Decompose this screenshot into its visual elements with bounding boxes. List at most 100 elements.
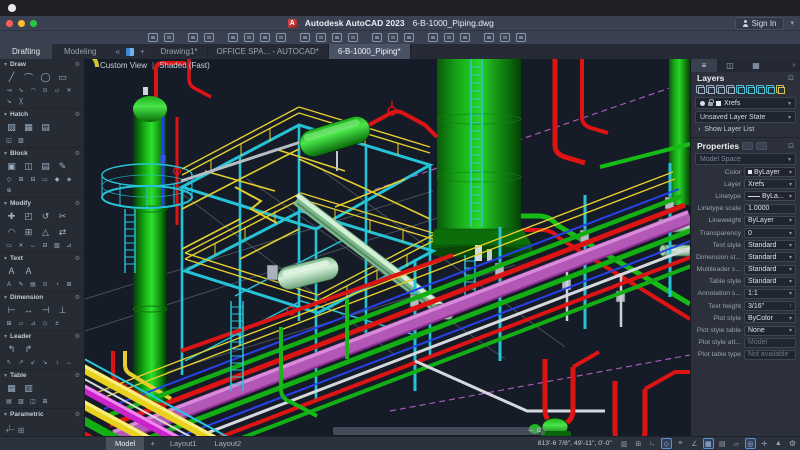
table-tool-1-icon[interactable]: ▦ <box>4 381 19 395</box>
undo-icon[interactable] <box>188 33 198 42</box>
section-header-text[interactable]: ▾ Text ⚙ <box>0 253 84 263</box>
draw-subtool-6-icon[interactable]: ✕ <box>64 86 74 95</box>
expand-command-icon[interactable]: ⊡ <box>537 428 541 434</box>
property-value-multileader-s[interactable]: Standard ▾ <box>744 264 796 275</box>
redo-icon[interactable] <box>204 33 214 42</box>
dimension-subtool-3-icon[interactable]: ⊿ <box>28 319 38 328</box>
draw-tool-3-icon[interactable]: ◯ <box>38 70 53 84</box>
modify-subtool-2-icon[interactable]: ✕ <box>16 241 26 250</box>
draw-tool-4-icon[interactable]: ▭ <box>55 70 70 84</box>
text-subtool-4-icon[interactable]: ⊙ <box>40 280 50 289</box>
modify-subtool-4-icon[interactable]: ⊟ <box>40 241 50 250</box>
start-tab-grid-icon[interactable] <box>125 47 134 56</box>
collapse-arrow-icon[interactable]: ▾ <box>4 255 7 262</box>
layer-lock-icon[interactable] <box>766 85 775 94</box>
draw-subtool-3-icon[interactable]: ◠ <box>28 86 38 95</box>
set-current-layer-icon[interactable] <box>726 85 735 94</box>
collapse-arrow-icon[interactable]: ▾ <box>4 200 7 207</box>
layer-lock-icon[interactable] <box>708 99 714 106</box>
leader-subtool-3-icon[interactable]: ↙ <box>28 358 38 367</box>
property-value-lineweight[interactable]: ByLayer ▾ <box>744 215 796 226</box>
save-icon[interactable] <box>332 33 342 42</box>
dropdown-caret-icon[interactable]: ▾ <box>789 169 792 176</box>
disclosure-icon[interactable]: › <box>698 126 700 133</box>
selection-caret-icon[interactable]: ▾ <box>788 156 791 163</box>
properties-icon[interactable] <box>276 33 286 42</box>
lineweight-display-icon[interactable]: ▱ <box>731 438 742 449</box>
dimension-tool-3-icon[interactable]: ⊣ <box>38 303 53 317</box>
modify-tool-7-icon[interactable]: △ <box>38 225 53 239</box>
modify-tool-8-icon[interactable]: ⇄ <box>55 225 70 239</box>
modify-tool-2-icon[interactable]: ◰ <box>21 209 36 223</box>
table-subtool-2-icon[interactable]: ▧ <box>16 397 26 406</box>
share-icon[interactable] <box>484 33 494 42</box>
table-subtool-3-icon[interactable]: ◫ <box>28 397 38 406</box>
open-icon[interactable] <box>316 33 326 42</box>
workspace-tab-drafting[interactable]: Drafting <box>0 44 53 59</box>
layer-walk-icon[interactable] <box>776 85 785 94</box>
modify-subtool-1-icon[interactable]: ▭ <box>4 241 14 250</box>
modify-tool-6-icon[interactable]: ⊞ <box>21 225 36 239</box>
apple-menu-icon[interactable] <box>8 4 16 12</box>
workspace-tab-modeling[interactable]: Modeling <box>52 44 108 59</box>
draw-subtool-5-icon[interactable]: ▱ <box>52 86 62 95</box>
tool-sets-tab[interactable]: ◫ <box>717 59 743 72</box>
table-subtool-1-icon[interactable]: ▤ <box>4 397 14 406</box>
leader-subtool-2-icon[interactable]: ↗ <box>16 358 26 367</box>
snap-mode-icon[interactable]: ⊞ <box>633 438 644 449</box>
named-views-icon[interactable] <box>460 33 470 42</box>
modify-tool-1-icon[interactable]: ✚ <box>4 209 19 223</box>
layer-state-selector[interactable]: Unsaved Layer State ▾ <box>695 111 796 123</box>
draw-tool-1-icon[interactable]: ╱ <box>4 70 19 84</box>
modify-subtool-6-icon[interactable]: ⊿ <box>64 241 74 250</box>
leader-subtool-4-icon[interactable]: ↘ <box>40 358 50 367</box>
tool-options-icon[interactable]: ⊞ <box>18 426 25 435</box>
minimize-command-icon[interactable]: — <box>528 428 533 434</box>
property-value-linetype-scale[interactable]: 1.0000 <box>744 203 796 214</box>
property-value-dimension-st[interactable]: Standard ▾ <box>744 252 796 263</box>
layer-color-swatch[interactable] <box>716 100 721 106</box>
property-value-linetype[interactable]: ByLa... ▾ <box>744 191 796 202</box>
copy-icon[interactable] <box>260 33 270 42</box>
measure-icon[interactable] <box>428 33 438 42</box>
customization-gear-icon[interactable]: ⚙ <box>789 439 796 448</box>
collapse-arrow-icon[interactable]: ▾ <box>4 333 7 340</box>
new-layer-icon[interactable] <box>706 85 715 94</box>
collapse-arrow-icon[interactable]: ▾ <box>4 61 7 68</box>
layer-properties-icon[interactable] <box>696 85 705 94</box>
dimension-subtool-4-icon[interactable]: ◇ <box>40 319 50 328</box>
section-options-icon[interactable]: ⚙ <box>75 411 80 418</box>
hatch-subtool-1-icon[interactable]: ◱ <box>4 136 14 145</box>
new-drawing-tab-icon[interactable]: + <box>140 47 145 56</box>
properties-pin-icon[interactable]: ⊡ <box>788 142 794 150</box>
table-subtool-4-icon[interactable]: ⊞ <box>40 397 50 406</box>
block-subtool-2-icon[interactable]: ⊞ <box>16 175 26 184</box>
new-drawing-icon[interactable] <box>300 33 310 42</box>
3d-object-snap-icon[interactable]: ✛ <box>759 438 770 449</box>
model-viewport[interactable]: Custom View | Shaded (Fast) — ⊡ <box>85 59 690 436</box>
add-layout-button[interactable]: + <box>144 439 160 448</box>
panel-undock-icon[interactable]: ⊡ <box>788 74 794 82</box>
dropdown-caret-icon[interactable]: ▾ <box>789 278 792 285</box>
collapse-arrow-icon[interactable]: ▾ <box>4 150 7 157</box>
viewport-shade-label[interactable]: Shaded (Fast) <box>159 61 210 70</box>
collapse-tabs-icon[interactable]: « <box>115 47 119 56</box>
leader-subtool-6-icon[interactable]: ↔ <box>64 358 74 367</box>
print-icon[interactable] <box>228 33 238 42</box>
viewport-controls[interactable]: Custom View | Shaded (Fast) <box>100 61 210 70</box>
section-options-icon[interactable]: ⚙ <box>75 294 80 301</box>
leader-subtool-5-icon[interactable]: ↕ <box>52 358 62 367</box>
render-icon[interactable] <box>444 33 454 42</box>
modify-subtool-5-icon[interactable]: ▧ <box>52 241 62 250</box>
layer-dropdown-caret-icon[interactable]: ▾ <box>788 100 791 107</box>
close-window-button[interactable] <box>6 19 13 27</box>
section-options-icon[interactable]: ⚙ <box>75 150 80 157</box>
property-value-layer[interactable]: Xrefs ▾ <box>744 179 796 190</box>
current-layer-selector[interactable]: Xrefs ▾ <box>695 97 796 109</box>
hatch-tool-2-icon[interactable]: ▦ <box>21 120 36 134</box>
dropdown-caret-icon[interactable]: ▾ <box>789 181 792 188</box>
layer-freeze-icon[interactable] <box>756 85 765 94</box>
text-subtool-6-icon[interactable]: ⊞ <box>64 280 74 289</box>
modify-tool-4-icon[interactable]: ✂ <box>55 209 70 223</box>
section-options-icon[interactable]: ⚙ <box>75 61 80 68</box>
